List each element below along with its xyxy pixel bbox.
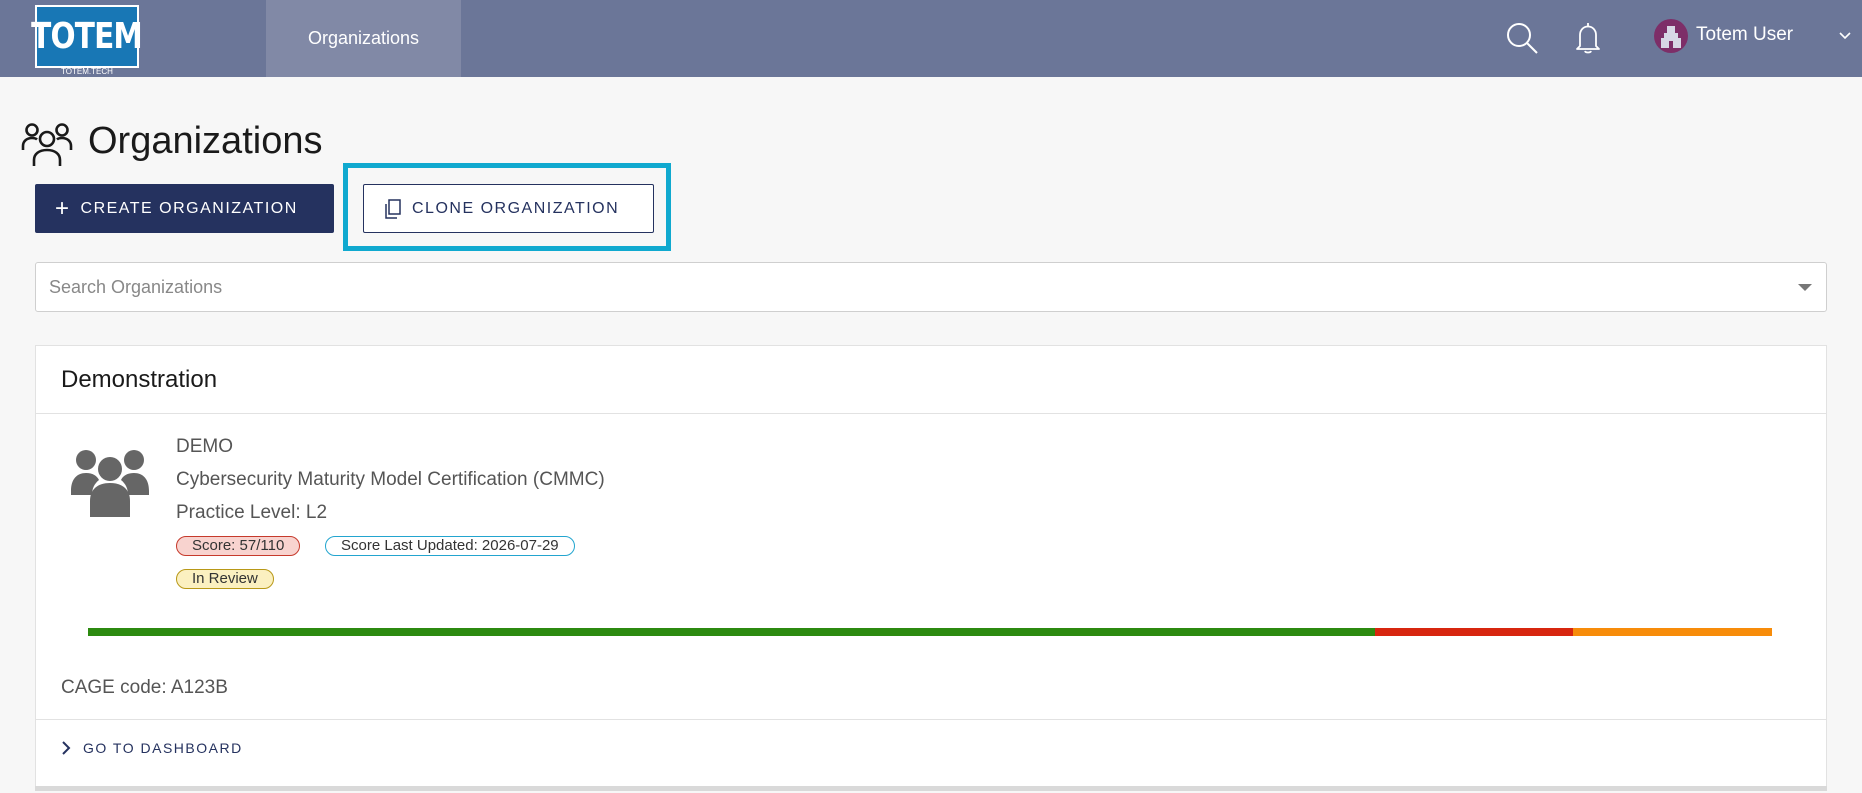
practice-level: Practice Level: L2	[176, 502, 328, 523]
organization-name: Demonstration	[61, 366, 218, 393]
bell-icon[interactable]	[1570, 20, 1606, 56]
card-footer: GO TO DASHBOARD	[36, 719, 1826, 793]
go-to-dashboard-link[interactable]: GO TO DASHBOARD	[61, 740, 243, 756]
card-header: Demonstration	[36, 346, 1826, 414]
logo-text: TOTEM	[31, 15, 144, 57]
score-badge: Score: 57/110	[176, 536, 301, 556]
go-to-dashboard-label: GO TO DASHBOARD	[83, 740, 243, 756]
search-icon[interactable]	[1504, 20, 1540, 56]
organizations-icon	[21, 123, 73, 166]
search-organizations-input[interactable]	[36, 263, 1751, 311]
logo-subtext: TOTEM.TECH	[61, 67, 113, 76]
avatar-icon	[1661, 26, 1681, 48]
clone-organization-label: CLONE ORGANIZATION	[412, 199, 620, 217]
progress-segment-met	[88, 628, 1375, 636]
progress-segment-other	[1573, 628, 1772, 636]
user-name[interactable]: Totem User	[1696, 22, 1793, 48]
scroll-edge	[35, 786, 1827, 791]
create-organization-label: CREATE ORGANIZATION	[80, 199, 298, 217]
page-title: Organizations	[88, 120, 323, 162]
chevron-down-icon[interactable]	[1838, 28, 1852, 42]
plus-icon: +	[55, 194, 71, 222]
chevron-right-icon	[62, 741, 71, 755]
organization-group-icon	[71, 450, 149, 517]
organization-framework: Cybersecurity Maturity Model Certificati…	[176, 469, 605, 490]
organization-code: DEMO	[176, 436, 233, 457]
copy-icon	[385, 198, 401, 219]
score-updated-badge: Score Last Updated: 2026-07-29	[325, 536, 575, 556]
clone-organization-button[interactable]: CLONE ORGANIZATION	[363, 184, 654, 233]
score-progress-bar	[88, 628, 1772, 636]
search-organizations-select[interactable]	[35, 262, 1827, 312]
top-bar: TOTEM TOTEM.TECH Organizations Totem Use…	[0, 0, 1862, 77]
organization-card: Demonstration DEMO Cybersecurity Maturit…	[35, 345, 1827, 791]
nav-tab-organizations[interactable]: Organizations	[266, 0, 461, 77]
create-organization-button[interactable]: + CREATE ORGANIZATION	[35, 184, 334, 233]
progress-segment-not-met	[1374, 628, 1574, 636]
dropdown-caret-icon[interactable]	[1798, 284, 1812, 291]
status-badge: In Review	[176, 569, 274, 589]
user-avatar[interactable]	[1654, 19, 1688, 53]
cage-code: CAGE code: A123B	[61, 677, 228, 698]
totem-logo[interactable]: TOTEM	[32, 5, 143, 68]
